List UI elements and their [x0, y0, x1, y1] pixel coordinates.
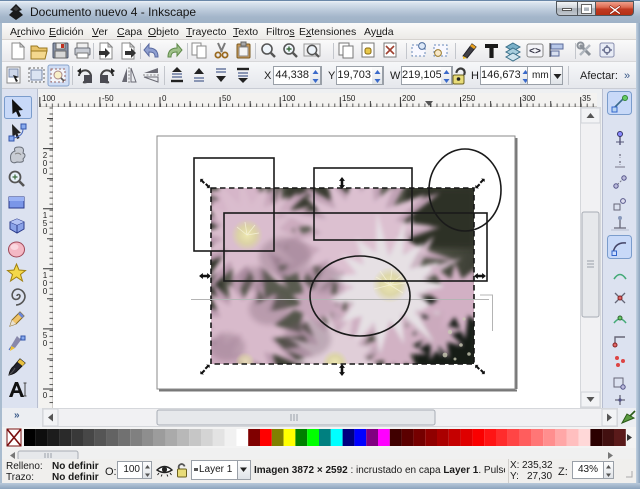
svg-text:300: 300 [522, 94, 536, 103]
svg-text:50: 50 [222, 94, 231, 103]
svg-text:150: 150 [342, 94, 356, 103]
svg-text:200: 200 [41, 151, 50, 175]
svg-text:50: 50 [41, 331, 50, 347]
svg-text:100: 100 [42, 94, 56, 103]
svg-text:0: 0 [41, 391, 50, 399]
svg-text:100: 100 [282, 94, 296, 103]
svg-text:<>: <> [529, 47, 541, 58]
svg-text:200: 200 [402, 94, 416, 103]
svg-text:35: 35 [582, 94, 591, 103]
svg-text:250: 250 [462, 94, 476, 103]
svg-text:100: 100 [41, 271, 50, 295]
svg-text:-50: -50 [102, 94, 114, 103]
svg-text:150: 150 [41, 211, 50, 235]
svg-text:0: 0 [162, 94, 167, 103]
